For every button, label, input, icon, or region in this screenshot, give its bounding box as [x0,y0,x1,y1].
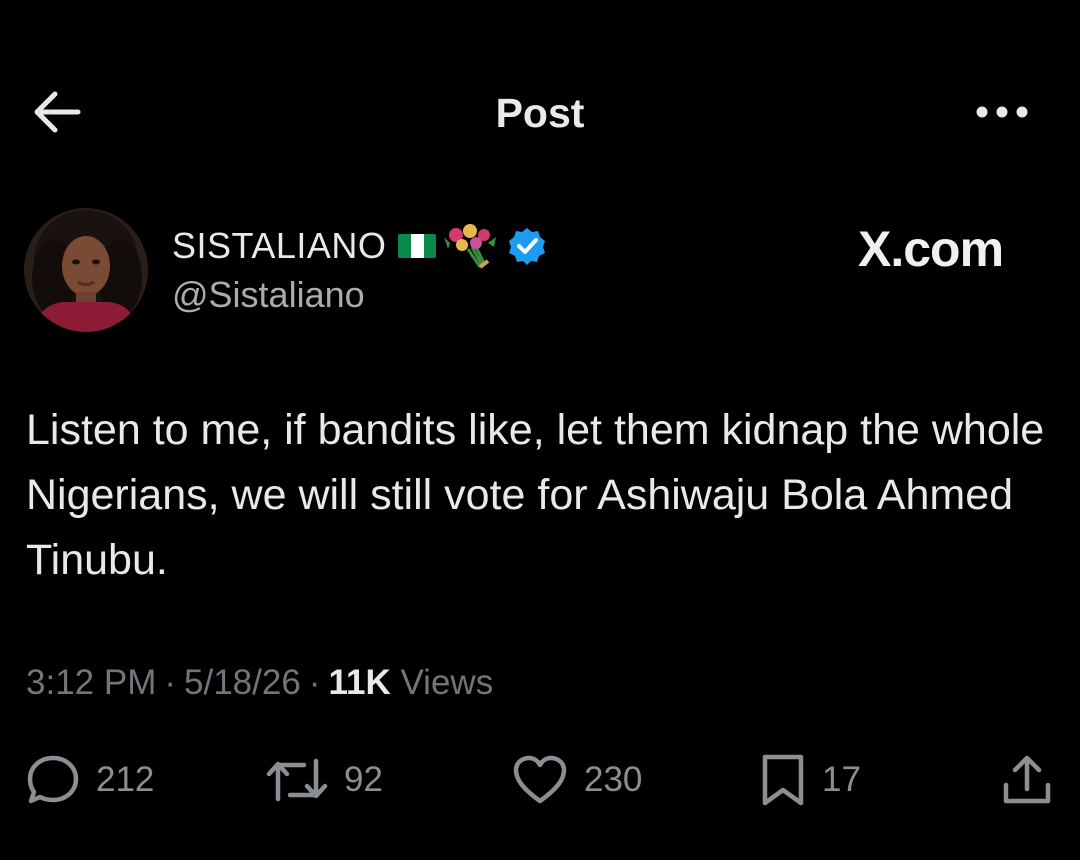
share-icon [1003,755,1051,804]
author-handle[interactable]: @Sistaliano [172,274,365,316]
back-button[interactable] [28,88,84,136]
bookmark-button[interactable]: 17 [760,748,861,812]
action-bar: 212 92 230 17 [0,748,1080,812]
more-horizontal-icon [976,106,1028,118]
share-button[interactable] [1000,748,1054,812]
author-section: SISTALIANO @Sistaliano X.com [0,200,1080,340]
nigeria-flag-icon [398,234,437,258]
x-com-watermark: X.com [858,221,1004,277]
more-options-button[interactable] [970,92,1034,132]
verified-badge-icon [509,228,546,265]
repost-count: 92 [344,760,383,799]
bookmark-count: 17 [822,760,861,799]
heart-icon [513,755,567,804]
like-button[interactable]: 230 [512,748,642,812]
reply-button[interactable]: 212 [26,748,154,812]
top-bar: Post [0,0,1080,230]
separator: · [164,663,177,702]
repost-icon [266,758,328,802]
post-time: 3:12 PM [26,663,157,702]
post-text: Listen to me, if bandits like, let them … [26,406,1045,584]
reply-icon [27,755,79,804]
display-name[interactable]: SISTALIANO [172,225,386,267]
arrow-left-icon [34,91,81,133]
page-title: Post [495,90,585,136]
bouquet-icon [444,224,497,269]
like-count: 230 [584,760,643,799]
avatar-image [24,208,148,332]
views-label: Views [400,663,494,702]
reply-count: 212 [96,760,155,799]
views-count[interactable]: 11K [328,663,390,702]
separator: · [308,663,321,702]
post-metadata: 3:12 PM · 5/18/26 · 11K Views [26,663,493,703]
avatar[interactable] [24,208,148,332]
repost-button[interactable]: 92 [266,748,383,812]
bookmark-icon [762,754,804,806]
post-date: 5/18/26 [184,663,301,702]
